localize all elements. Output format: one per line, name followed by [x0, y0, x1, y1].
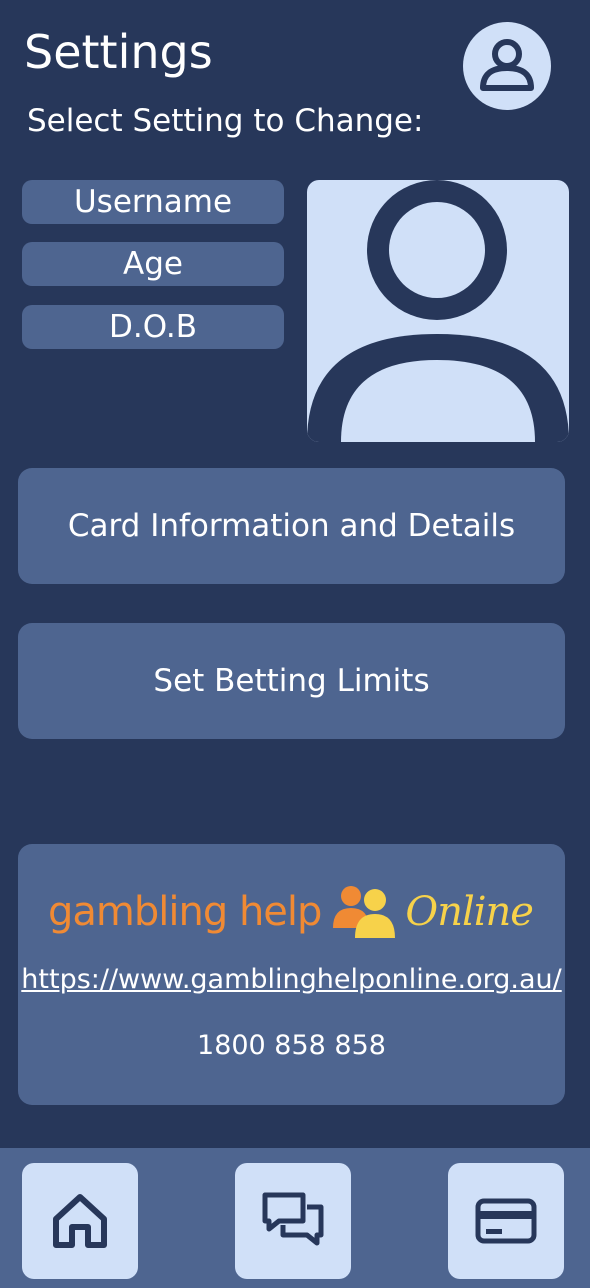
bottom-navigation	[0, 1148, 590, 1288]
gambling-help-logo: gambling help Online	[48, 882, 538, 942]
gambling-help-card: gambling help Online https://www.gamblin…	[18, 844, 565, 1105]
settings-subtitle: Select Setting to Change:	[27, 103, 424, 139]
username-setting-button[interactable]: Username	[22, 180, 284, 224]
credit-card-icon	[475, 1198, 537, 1244]
age-setting-button[interactable]: Age	[22, 242, 284, 286]
nav-card-button[interactable]	[448, 1163, 564, 1279]
set-betting-limits-label: Set Betting Limits	[153, 663, 430, 699]
user-avatar-icon	[307, 180, 569, 442]
username-setting-label: Username	[73, 184, 233, 220]
page-title: Settings	[24, 25, 213, 79]
profile-picture[interactable]	[307, 180, 569, 442]
chat-icon	[262, 1192, 324, 1246]
logo-text-main: gambling help	[48, 889, 322, 935]
gambling-help-link[interactable]: https://www.gamblinghelponline.org.au/	[18, 964, 565, 995]
card-information-button[interactable]: Card Information and Details	[18, 468, 565, 584]
dob-setting-label: D.O.B	[109, 309, 197, 345]
home-icon	[53, 1194, 107, 1248]
logo-text-online: Online	[405, 889, 534, 935]
dob-setting-button[interactable]: D.O.B	[22, 305, 284, 349]
nav-chat-button[interactable]	[235, 1163, 351, 1279]
nav-home-button[interactable]	[22, 1163, 138, 1279]
card-information-label: Card Information and Details	[67, 508, 516, 544]
age-setting-label: Age	[123, 246, 183, 282]
profile-button[interactable]	[463, 22, 551, 110]
user-circle-icon	[480, 39, 534, 91]
people-icon	[333, 886, 396, 938]
gambling-help-phone: 1800 858 858	[197, 1030, 386, 1061]
set-betting-limits-button[interactable]: Set Betting Limits	[18, 623, 565, 739]
